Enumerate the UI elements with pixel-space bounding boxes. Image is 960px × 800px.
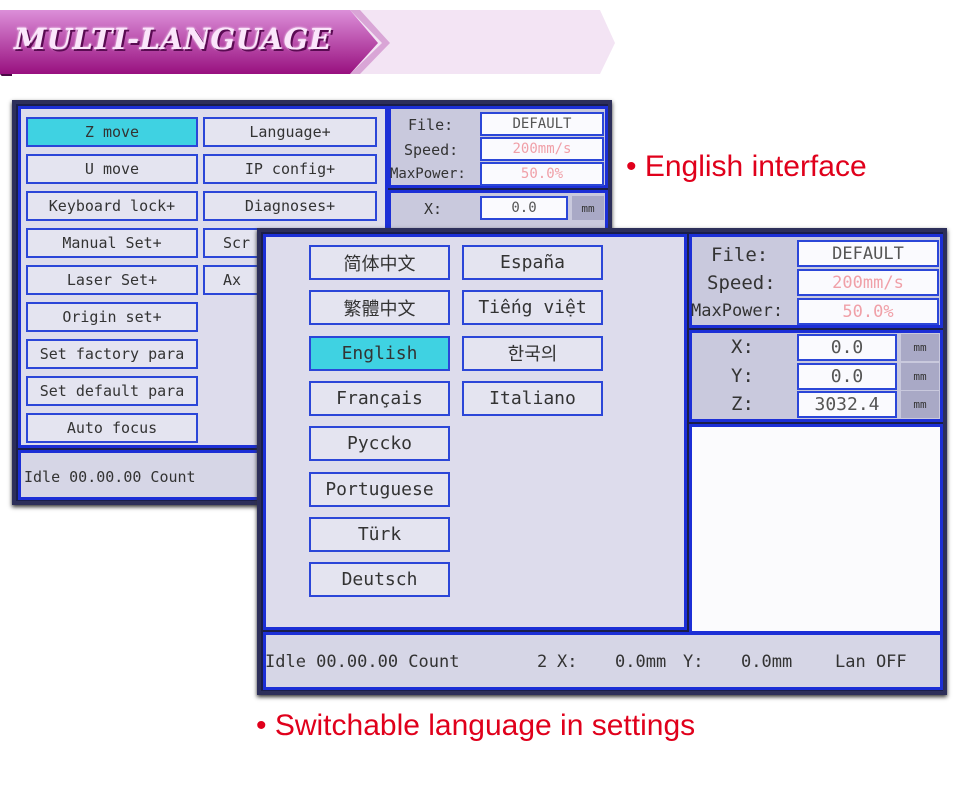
banner-title: MULTI-LANGUAGE bbox=[14, 22, 332, 56]
status-lan: Lan OFF bbox=[835, 652, 907, 672]
language-option[interactable]: Français bbox=[309, 380, 450, 416]
axis-value: 0.0 bbox=[797, 362, 897, 390]
language-option[interactable]: Italiano bbox=[462, 380, 603, 416]
file-label: File: bbox=[408, 116, 454, 134]
menu-item[interactable]: Origin set+ bbox=[26, 302, 198, 332]
menu-item[interactable]: Auto focus bbox=[26, 413, 198, 443]
caption-switchable-language-text: Switchable language in settings bbox=[274, 709, 696, 742]
speed-value: 200mm/s bbox=[797, 269, 939, 296]
front-screen: 简体中文繁體中文 English Français Pyccko Portuguese T… bbox=[257, 228, 947, 695]
menu-item[interactable]: Set default para bbox=[26, 376, 198, 406]
language-option[interactable]: Tiếng việt bbox=[462, 290, 603, 326]
caption-english-interface-text: English interface bbox=[644, 150, 867, 183]
menu-item[interactable]: IP config+ bbox=[203, 154, 377, 184]
menu-item[interactable]: Laser Set+ bbox=[26, 265, 198, 295]
axis-unit: mm bbox=[901, 362, 939, 390]
caption-switchable-language: • Switchable language in settings bbox=[256, 709, 696, 742]
status-text: Idle 00.00.00 Count bbox=[24, 468, 196, 486]
file-value: DEFAULT bbox=[480, 112, 604, 136]
axis-label: Y: bbox=[731, 364, 754, 387]
axis-label: X: bbox=[731, 336, 754, 358]
status-x-label: X: bbox=[557, 652, 578, 672]
x-label: X: bbox=[424, 200, 443, 218]
axis-unit: mm bbox=[901, 391, 939, 418]
language-option[interactable]: Deutsch bbox=[309, 562, 450, 598]
speed-label: Speed: bbox=[707, 272, 776, 294]
axis-value: 3032.4 bbox=[797, 391, 897, 418]
language-option[interactable]: Pyccko bbox=[309, 426, 450, 462]
file-label: File: bbox=[711, 244, 769, 266]
maxpower-value: 50.0% bbox=[797, 298, 939, 325]
language-option[interactable]: English bbox=[309, 335, 450, 371]
status-x-value: 0.0mm bbox=[615, 652, 667, 672]
axis-label: Z: bbox=[731, 393, 754, 415]
menu-item[interactable]: Set factory para bbox=[26, 339, 198, 369]
preview-area bbox=[689, 424, 943, 634]
file-value: DEFAULT bbox=[797, 240, 939, 267]
x-value: 0.0 bbox=[480, 196, 568, 220]
status-y-value: 0.0mm bbox=[741, 652, 793, 672]
speed-value: 200mm/s bbox=[480, 137, 604, 161]
menu-item[interactable]: Diagnoses+ bbox=[203, 191, 377, 221]
caption-english-interface: • English interface bbox=[626, 150, 867, 183]
language-option[interactable]: 繁體中文 bbox=[309, 290, 450, 326]
status-y-label: Y: bbox=[683, 652, 704, 672]
menu-item[interactable]: Ax bbox=[203, 265, 263, 295]
language-option[interactable]: Türk bbox=[309, 516, 450, 552]
status-state: Idle 00.00.00 Count bbox=[265, 652, 460, 672]
maxpower-label: MaxPower: bbox=[390, 166, 466, 182]
menu-item[interactable]: Z move bbox=[26, 117, 198, 147]
language-option[interactable]: 한국의 bbox=[462, 335, 603, 371]
menu-item[interactable]: Manual Set+ bbox=[26, 228, 198, 258]
maxpower-label: MaxPower: bbox=[691, 301, 784, 321]
language-option[interactable]: 简体中文 bbox=[309, 245, 450, 280]
x-unit: mm bbox=[572, 196, 604, 220]
menu-item[interactable]: Keyboard lock+ bbox=[26, 191, 198, 221]
menu-item[interactable]: Scr bbox=[203, 228, 263, 258]
axis-unit: mm bbox=[901, 334, 939, 361]
status-count: 2 bbox=[537, 652, 548, 672]
maxpower-value: 50.0% bbox=[480, 162, 604, 186]
menu-item[interactable]: Language+ bbox=[203, 117, 377, 147]
language-option[interactable]: España bbox=[462, 245, 603, 280]
speed-label: Speed: bbox=[404, 141, 459, 159]
language-option[interactable]: Portuguese bbox=[309, 471, 450, 507]
menu-item[interactable]: U move bbox=[26, 154, 198, 184]
axis-value: 0.0 bbox=[797, 334, 897, 361]
